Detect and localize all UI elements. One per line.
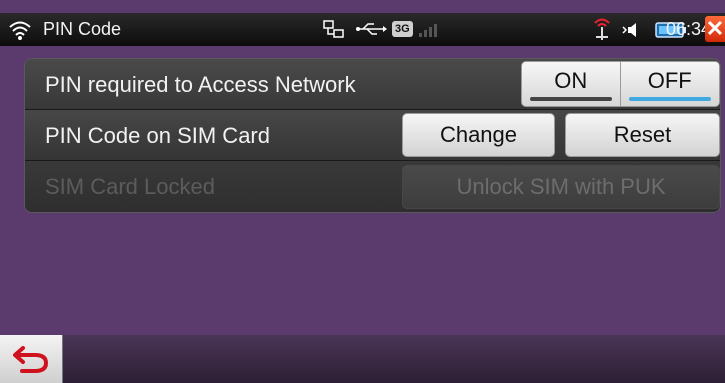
network-type-badge: 3G: [392, 21, 413, 37]
sim-locked-label: SIM Card Locked: [45, 174, 215, 199]
pin-code-label: PIN Code on SIM Card: [45, 123, 270, 148]
reset-pin-button[interactable]: Reset: [565, 113, 720, 157]
pin-required-toggle[interactable]: ON OFF: [521, 61, 720, 107]
status-bar: PIN Code 3G 06:34 ✕: [0, 13, 725, 46]
toggle-on-option[interactable]: ON: [522, 62, 621, 106]
back-arrow-icon: [13, 346, 49, 373]
close-icon[interactable]: ✕: [705, 16, 725, 42]
toggle-on-indicator: [530, 97, 612, 101]
toggle-on-label: ON: [554, 68, 588, 93]
toggle-off-label: OFF: [647, 68, 692, 93]
no-service-icon: [594, 18, 610, 40]
unlock-puk-button[interactable]: Unlock SIM with PUK: [402, 165, 720, 209]
bottom-bar: [0, 335, 725, 383]
pin-required-label: PIN required to Access Network: [45, 72, 356, 97]
change-pin-button[interactable]: Change: [402, 113, 555, 157]
toggle-off-indicator: [628, 97, 711, 101]
window-title: PIN Code: [43, 19, 122, 39]
pin-required-row: PIN required to Access Network ON OFF: [25, 59, 720, 110]
sim-locked-row: SIM Card Locked Unlock SIM with PUK: [25, 161, 720, 212]
signal-icon: [419, 24, 437, 37]
pin-code-row: PIN Code on SIM Card Change Reset: [25, 110, 720, 161]
toggle-off-option[interactable]: OFF: [620, 62, 719, 106]
wifi-icon: [9, 21, 31, 40]
network-icon: [323, 20, 344, 38]
pin-settings-panel: PIN required to Access Network ON OFF PI…: [24, 58, 721, 213]
back-button[interactable]: [0, 335, 63, 383]
speaker-icon: [622, 23, 636, 37]
usb-icon: [356, 23, 387, 35]
